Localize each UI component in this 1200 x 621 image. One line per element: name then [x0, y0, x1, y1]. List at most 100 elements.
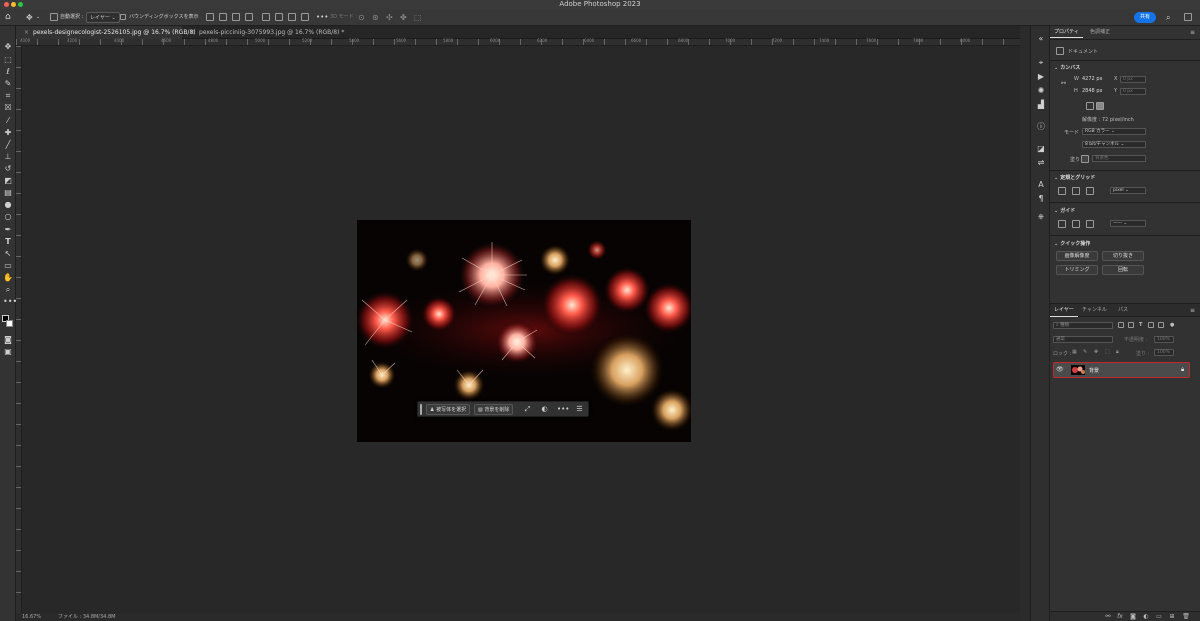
drag-handle[interactable]: [420, 404, 422, 415]
layer-row[interactable]: 👁︎ 背景 🔒︎: [1053, 362, 1190, 378]
checkbox-auto-select[interactable]: [50, 13, 58, 21]
crop-button[interactable]: 切り抜き: [1102, 251, 1144, 261]
align-bottom-icon[interactable]: [275, 13, 283, 21]
lock-paint-icon[interactable]: ✎: [1083, 349, 1087, 355]
zoom-level[interactable]: 16.67%: [22, 613, 41, 621]
fill-layer-field[interactable]: 100%: [1154, 349, 1174, 356]
move-tool-icon[interactable]: ✥: [3, 42, 13, 52]
background-color-swatch[interactable]: [6, 320, 13, 327]
share-button[interactable]: 共有: [1134, 12, 1156, 23]
eyedropper-tool-icon[interactable]: ⁄: [3, 116, 13, 126]
image-size-button[interactable]: 画像解像度: [1056, 251, 1098, 261]
crop-tool-icon[interactable]: ⌗: [3, 91, 13, 101]
tab-layers[interactable]: レイヤー: [1050, 304, 1078, 317]
shape-tool-icon[interactable]: ▭: [3, 261, 13, 271]
history-brush-tool-icon[interactable]: ↺: [3, 164, 13, 174]
select-subject-button[interactable]: ♟ 被写体を選択: [426, 404, 471, 415]
layer-filter-dropdown[interactable]: ⌕ 種類: [1053, 322, 1113, 329]
guide-style-dropdown[interactable]: —— ⌄: [1110, 220, 1146, 227]
chevron-down-icon[interactable]: ⌄: [36, 12, 40, 23]
close-icon[interactable]: ×: [190, 29, 195, 36]
screen-mode-icon[interactable]: ▣: [3, 347, 13, 357]
section-canvas[interactable]: ⌄ カンバス: [1054, 64, 1080, 71]
lasso-tool-icon[interactable]: ℓ: [3, 67, 13, 77]
clone-stamp-tool-icon[interactable]: ⊥: [3, 152, 13, 162]
guide-add-icon[interactable]: [1072, 220, 1080, 228]
drag-3d-icon[interactable]: ✣: [386, 12, 393, 23]
minimize-window-button[interactable]: [11, 2, 16, 7]
zoom-window-button[interactable]: [18, 2, 23, 7]
adjustments-icon[interactable]: ◪: [1036, 144, 1046, 154]
grid-toggle-icon[interactable]: [1072, 187, 1080, 195]
fill-swatch[interactable]: [1081, 155, 1089, 163]
collapse-panels-icon[interactable]: «: [1036, 34, 1046, 44]
lock-icon[interactable]: 🔒︎: [1181, 366, 1184, 374]
roll-3d-icon[interactable]: ⊛: [372, 12, 379, 23]
settings-sliders-icon[interactable]: ☰: [575, 405, 584, 414]
slide-3d-icon[interactable]: ✤: [400, 12, 407, 23]
more-options-icon[interactable]: •••: [557, 405, 569, 414]
tab-color-adjust[interactable]: 色調補正: [1086, 26, 1114, 38]
guide-lock-icon[interactable]: [1058, 220, 1066, 228]
more-options-icon[interactable]: •••: [316, 12, 328, 23]
adjustment-icon[interactable]: ◐: [540, 405, 549, 414]
remove-background-button[interactable]: ▧ 背景を削除: [474, 404, 514, 415]
lock-artboard-icon[interactable]: ⬚: [1105, 349, 1110, 355]
dodge-tool-icon[interactable]: ○: [3, 212, 13, 222]
history-icon[interactable]: ⌖: [1036, 58, 1046, 68]
add-mask-icon[interactable]: ◙: [1129, 613, 1137, 621]
height-value[interactable]: 2848 px: [1082, 88, 1102, 94]
filter-adjustment-icon[interactable]: [1128, 322, 1134, 328]
filter-smart-object-icon[interactable]: [1158, 322, 1164, 328]
blend-mode-dropdown[interactable]: 通常: [1053, 336, 1113, 343]
panel-menu-icon[interactable]: ≡: [1190, 29, 1195, 36]
brush-settings-icon[interactable]: ✺: [1036, 86, 1046, 96]
info-icon[interactable]: ⓘ: [1036, 122, 1046, 132]
lock-all-icon[interactable]: 🔒︎: [1116, 349, 1119, 355]
filter-shape-icon[interactable]: [1148, 322, 1154, 328]
section-guides[interactable]: ⌄ ガイド: [1054, 207, 1075, 214]
gradient-tool-icon[interactable]: ▤: [3, 188, 13, 198]
new-adjustment-layer-icon[interactable]: ◐: [1142, 613, 1150, 621]
brush-tool-icon[interactable]: ╱: [3, 140, 13, 150]
delete-layer-icon[interactable]: 🗑︎: [1182, 613, 1190, 621]
distribute-vertical-icon[interactable]: [301, 13, 309, 21]
transform-icon[interactable]: ⤢: [523, 405, 532, 414]
bit-depth-dropdown[interactable]: 8 bit/チャンネル ⌄: [1082, 141, 1146, 148]
orbit-3d-icon[interactable]: ⊙: [358, 12, 365, 23]
y-field[interactable]: 0 px: [1120, 88, 1146, 95]
lock-transparency-icon[interactable]: ▦: [1072, 349, 1077, 355]
close-icon[interactable]: ×: [24, 29, 29, 36]
workspace-icon[interactable]: [1184, 13, 1192, 21]
tab-channels[interactable]: チャンネル: [1078, 304, 1111, 317]
type-tool-icon[interactable]: T: [3, 237, 13, 247]
align-top-icon[interactable]: [245, 13, 253, 21]
move-tool-icon[interactable]: ✥: [26, 12, 33, 23]
eraser-tool-icon[interactable]: ◩: [3, 176, 13, 186]
link-icon[interactable]: ⚯: [1061, 80, 1066, 87]
align-left-icon[interactable]: [206, 13, 214, 21]
tab-properties[interactable]: プロパティ: [1050, 26, 1083, 38]
rotate-button[interactable]: 回転: [1102, 265, 1144, 275]
glyphs-icon[interactable]: ⎈: [1036, 212, 1046, 222]
landscape-orientation-icon[interactable]: [1096, 102, 1104, 110]
close-window-button[interactable]: [4, 2, 9, 7]
align-middle-icon[interactable]: [262, 13, 270, 21]
tab-document-1[interactable]: × pexels-designecologist-2526105.jpg @ 16…: [16, 26, 196, 39]
align-center-icon[interactable]: [219, 13, 227, 21]
section-rulers-grid[interactable]: ⌄ 定規とグリッド: [1054, 174, 1095, 181]
layers-menu-icon[interactable]: ≡: [1190, 307, 1195, 314]
marquee-tool-icon[interactable]: ⬚: [3, 55, 13, 65]
unit-dropdown[interactable]: pixel ⌄: [1110, 187, 1146, 194]
histogram-icon[interactable]: ▟: [1036, 100, 1046, 110]
filter-pixel-icon[interactable]: [1118, 322, 1124, 328]
path-select-tool-icon[interactable]: ↖: [3, 249, 13, 259]
new-group-icon[interactable]: ▭: [1155, 613, 1163, 621]
styles-icon[interactable]: ⇌: [1036, 158, 1046, 168]
character-icon[interactable]: A: [1036, 180, 1046, 190]
new-layer-icon[interactable]: ⊞: [1168, 613, 1176, 621]
link-layers-icon[interactable]: ⚯: [1104, 613, 1112, 621]
trim-button[interactable]: トリミング: [1056, 265, 1098, 275]
fill-dropdown[interactable]: 背景色: [1092, 155, 1146, 162]
filter-type-icon[interactable]: T: [1139, 322, 1142, 328]
